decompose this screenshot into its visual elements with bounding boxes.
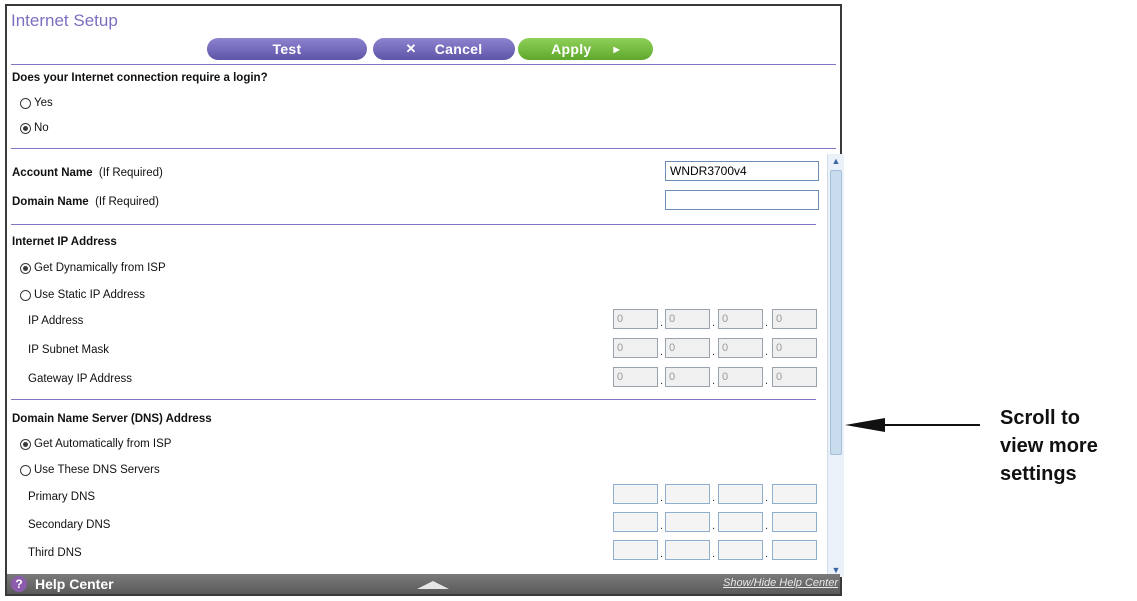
internet-setup-panel: Internet Setup Test ✕ Cancel Apply ▶ Doe… bbox=[5, 4, 844, 596]
ip-address-octet-4[interactable]: 0 bbox=[772, 309, 817, 329]
octet-dot: . bbox=[712, 520, 716, 532]
callout-text: Scroll to view more settings bbox=[1000, 404, 1130, 488]
dns-section-title: Domain Name Server (DNS) Address bbox=[12, 413, 212, 425]
close-icon: ✕ bbox=[405, 41, 417, 56]
divider bbox=[11, 148, 836, 149]
dns-auto-label: Get Automatically from ISP bbox=[34, 438, 172, 450]
secondary-dns-octet-2[interactable] bbox=[665, 512, 710, 532]
third-dns-label: Third DNS bbox=[28, 547, 82, 559]
octet-dot: . bbox=[765, 346, 769, 358]
gateway-octet-1[interactable]: 0 bbox=[613, 367, 658, 387]
apply-button[interactable]: Apply ▶ bbox=[518, 38, 653, 60]
test-button-label: Test bbox=[272, 41, 302, 57]
octet-dot: . bbox=[660, 346, 664, 358]
scrollbar-thumb[interactable] bbox=[830, 170, 842, 455]
help-center-bar: ? Help Center Show/Hide Help Center bbox=[7, 574, 840, 594]
octet-dot: . bbox=[660, 375, 664, 387]
third-dns-octet-4[interactable] bbox=[772, 540, 817, 560]
dns-auto-radio[interactable] bbox=[20, 439, 31, 450]
login-question: Does your Internet connection require a … bbox=[12, 72, 268, 84]
login-no-radio[interactable] bbox=[20, 123, 31, 134]
domain-name-label: Domain Name (If Required) bbox=[12, 196, 159, 208]
divider bbox=[11, 224, 816, 225]
cancel-button[interactable]: ✕ Cancel bbox=[373, 38, 515, 60]
primary-dns-octet-3[interactable] bbox=[718, 484, 763, 504]
subnet-mask-label: IP Subnet Mask bbox=[28, 344, 109, 356]
login-yes-label: Yes bbox=[34, 97, 53, 109]
triangle-up-icon[interactable] bbox=[417, 581, 449, 589]
secondary-dns-octet-1[interactable] bbox=[613, 512, 658, 532]
gateway-octet-4[interactable]: 0 bbox=[772, 367, 817, 387]
domain-name-input[interactable] bbox=[665, 190, 819, 210]
gateway-octet-3[interactable]: 0 bbox=[718, 367, 763, 387]
octet-dot: . bbox=[660, 492, 664, 504]
ip-dynamic-radio[interactable] bbox=[20, 263, 31, 274]
ip-section-title: Internet IP Address bbox=[12, 236, 117, 248]
apply-button-label: Apply bbox=[551, 41, 592, 57]
play-arrow-icon: ▶ bbox=[613, 44, 620, 54]
secondary-dns-label: Secondary DNS bbox=[28, 519, 111, 531]
scroll-up-icon[interactable]: ▲ bbox=[828, 154, 844, 168]
octet-dot: . bbox=[660, 317, 664, 329]
divider bbox=[11, 64, 836, 65]
primary-dns-octet-1[interactable] bbox=[613, 484, 658, 504]
subnet-mask-octet-2[interactable]: 0 bbox=[665, 338, 710, 358]
octet-dot: . bbox=[660, 520, 664, 532]
account-name-label: Account Name (If Required) bbox=[12, 167, 163, 179]
vertical-scrollbar[interactable]: ▲ ▼ bbox=[827, 154, 844, 577]
third-dns-octet-1[interactable] bbox=[613, 540, 658, 560]
login-no-label: No bbox=[34, 122, 49, 134]
third-dns-octet-3[interactable] bbox=[718, 540, 763, 560]
dns-manual-radio[interactable] bbox=[20, 465, 31, 476]
subnet-mask-octet-1[interactable]: 0 bbox=[613, 338, 658, 358]
secondary-dns-octet-3[interactable] bbox=[718, 512, 763, 532]
ip-dynamic-label: Get Dynamically from ISP bbox=[34, 262, 166, 274]
left-arrow-icon bbox=[845, 418, 980, 432]
secondary-dns-octet-4[interactable] bbox=[772, 512, 817, 532]
primary-dns-octet-2[interactable] bbox=[665, 484, 710, 504]
page-title: Internet Setup bbox=[11, 11, 118, 30]
subnet-mask-octet-4[interactable]: 0 bbox=[772, 338, 817, 358]
dns-manual-label: Use These DNS Servers bbox=[34, 464, 160, 476]
octet-dot: . bbox=[712, 317, 716, 329]
octet-dot: . bbox=[765, 548, 769, 560]
octet-dot: . bbox=[712, 492, 716, 504]
octet-dot: . bbox=[765, 375, 769, 387]
help-center-label[interactable]: Help Center bbox=[35, 576, 114, 592]
cancel-button-label: Cancel bbox=[434, 41, 483, 57]
octet-dot: . bbox=[765, 492, 769, 504]
octet-dot: . bbox=[765, 520, 769, 532]
octet-dot: . bbox=[712, 548, 716, 560]
ip-static-label: Use Static IP Address bbox=[34, 289, 146, 301]
login-yes-radio[interactable] bbox=[20, 98, 31, 109]
divider bbox=[11, 399, 816, 400]
subnet-mask-octet-3[interactable]: 0 bbox=[718, 338, 763, 358]
primary-dns-octet-4[interactable] bbox=[772, 484, 817, 504]
primary-dns-label: Primary DNS bbox=[28, 491, 96, 503]
octet-dot: . bbox=[712, 375, 716, 387]
callout-line-3: settings bbox=[1000, 463, 1077, 485]
third-dns-octet-2[interactable] bbox=[665, 540, 710, 560]
question-icon[interactable]: ? bbox=[11, 576, 27, 592]
ip-address-label: IP Address bbox=[28, 315, 84, 327]
gateway-label: Gateway IP Address bbox=[28, 373, 132, 385]
account-name-input[interactable] bbox=[665, 161, 819, 181]
show-hide-help-link[interactable]: Show/Hide Help Center bbox=[723, 577, 838, 589]
octet-dot: . bbox=[712, 346, 716, 358]
ip-static-radio[interactable] bbox=[20, 290, 31, 301]
ip-address-octet-3[interactable]: 0 bbox=[718, 309, 763, 329]
gateway-octet-2[interactable]: 0 bbox=[665, 367, 710, 387]
octet-dot: . bbox=[660, 548, 664, 560]
test-button[interactable]: Test bbox=[207, 38, 367, 60]
octet-dot: . bbox=[765, 317, 769, 329]
callout-line-1: Scroll to bbox=[1000, 407, 1081, 429]
ip-address-octet-1[interactable]: 0 bbox=[613, 309, 658, 329]
callout-line-2: view more bbox=[1000, 435, 1098, 457]
ip-address-octet-2[interactable]: 0 bbox=[665, 309, 710, 329]
